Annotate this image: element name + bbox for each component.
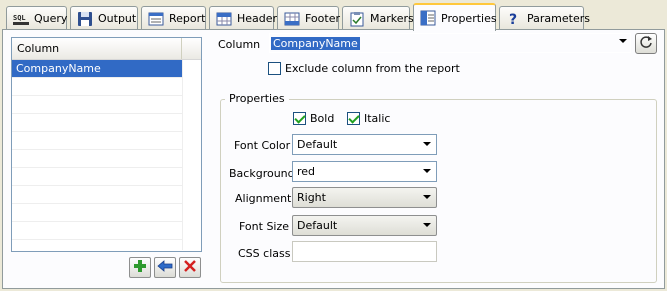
svg-text:SQL: SQL	[13, 14, 26, 22]
footer-grid-icon	[284, 11, 300, 27]
column-list-body: CompanyName	[12, 60, 201, 250]
exclude-column-row[interactable]: Exclude column from the report	[268, 62, 460, 75]
exclude-label: Exclude column from the report	[285, 62, 460, 75]
bold-row[interactable]: Bold	[293, 112, 334, 125]
css-class-label: CSS class	[238, 247, 291, 260]
refresh-icon	[639, 35, 653, 52]
font-size-label: Font Size	[239, 220, 290, 233]
italic-checkbox[interactable]	[347, 112, 360, 125]
chevron-down-icon	[423, 169, 431, 173]
list-row-empty	[12, 168, 182, 186]
tab-strip: SQL Query Output Report Header Footer Ma…	[3, 3, 665, 31]
back-button[interactable]	[154, 257, 176, 278]
tab-label: Parameters	[527, 12, 590, 25]
font-color-label: Font Color	[234, 139, 291, 152]
refresh-button[interactable]	[635, 33, 657, 54]
add-column-button[interactable]	[129, 257, 151, 278]
tab-footer[interactable]: Footer	[277, 6, 340, 30]
bold-label: Bold	[310, 112, 335, 125]
background-select[interactable]: red	[292, 161, 437, 182]
report-icon	[148, 11, 164, 27]
font-size-value: Default	[297, 219, 338, 232]
tab-report[interactable]: Report	[141, 6, 206, 30]
css-class-input[interactable]	[292, 241, 437, 262]
tab-query[interactable]: SQL Query	[6, 6, 67, 30]
background-label: Background	[229, 167, 295, 180]
list-row-empty	[12, 222, 182, 240]
properties-icon	[420, 10, 436, 26]
column-select-value: CompanyName	[271, 36, 360, 50]
alignment-select[interactable]: Right	[292, 187, 437, 208]
floppy-disk-icon	[77, 11, 93, 27]
question-icon: ?	[506, 11, 522, 28]
tab-label: Properties	[441, 11, 497, 25]
properties-panel: Column CompanyName Column CompanyName Ex…	[2, 29, 665, 289]
background-value: red	[297, 165, 316, 178]
properties-group-title: Properties	[225, 92, 289, 105]
chevron-down-icon	[423, 195, 431, 199]
tab-label: Markers	[370, 12, 414, 25]
list-row-empty	[12, 186, 182, 204]
back-arrow-icon	[157, 259, 173, 276]
chevron-down-icon	[619, 39, 627, 43]
column-select[interactable]: CompanyName	[269, 33, 631, 53]
italic-row[interactable]: Italic	[347, 112, 390, 125]
clipboard-check-icon	[349, 11, 365, 27]
bold-checkbox[interactable]	[293, 112, 306, 125]
exclude-checkbox[interactable]	[268, 62, 281, 75]
tab-label: Output	[98, 12, 137, 25]
svg-text:?: ?	[509, 12, 517, 27]
sql-icon: SQL	[13, 11, 29, 27]
font-size-select[interactable]: Default	[292, 215, 437, 236]
list-item[interactable]: CompanyName	[12, 60, 182, 78]
header-grid-icon	[216, 11, 232, 27]
column-header: Column	[12, 38, 182, 59]
list-row-empty	[12, 114, 182, 132]
add-icon	[133, 259, 147, 276]
tab-label: Report	[169, 12, 206, 25]
tab-label: Header	[237, 12, 278, 25]
list-row-empty	[12, 96, 182, 114]
column-label: Column	[218, 38, 261, 51]
list-row-empty	[12, 150, 182, 168]
tab-output[interactable]: Output	[70, 6, 138, 30]
tab-parameters[interactable]: ? Parameters	[499, 6, 590, 30]
list-divider	[182, 60, 183, 250]
tab-properties[interactable]: Properties	[413, 3, 497, 31]
alignment-value: Right	[297, 191, 326, 204]
font-color-select[interactable]: Default	[292, 134, 437, 155]
list-row-empty	[12, 132, 182, 150]
tab-label: Query	[34, 12, 68, 25]
delete-column-button[interactable]	[179, 257, 201, 278]
italic-label: Italic	[364, 112, 391, 125]
column-list-header: Column	[12, 38, 201, 60]
chevron-down-icon	[423, 142, 431, 146]
list-button-bar	[129, 257, 201, 278]
chevron-down-icon	[423, 223, 431, 227]
list-row-empty	[12, 204, 182, 222]
column-list[interactable]: Column CompanyName	[11, 37, 202, 252]
list-row-empty	[12, 78, 182, 96]
tab-label: Footer	[305, 12, 340, 25]
font-color-value: Default	[297, 138, 338, 151]
alignment-label: Alignment	[235, 192, 292, 205]
tab-header[interactable]: Header	[209, 6, 278, 30]
delete-icon	[183, 259, 197, 276]
tab-markers[interactable]: Markers	[342, 6, 414, 30]
